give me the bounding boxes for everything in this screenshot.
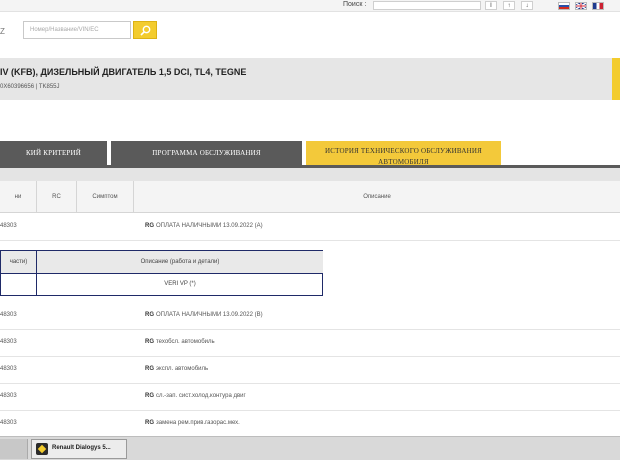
row-text: ОПЛАТА НАЛИЧНЫМИ 13.09.2022 (B) — [156, 312, 263, 318]
text-cursor-button[interactable]: I — [485, 1, 497, 10]
magnifier-icon — [140, 25, 151, 36]
row-number: 48303 — [0, 420, 17, 426]
row-code: RG — [145, 420, 154, 426]
row-description: RG ОПЛАТА НАЛИЧНЫМИ 13.09.2022 (A) — [145, 223, 263, 229]
tab-subheader-strip — [0, 168, 620, 181]
vehicle-panel-accent — [612, 58, 620, 100]
row-description: RG сл.-зап. сист.холод.контура двиг — [145, 393, 246, 399]
vehicle-title: IV (KFB), ДИЗЕЛЬНЫЙ ДВИГАТЕЛЬ 1,5 DCI, T… — [0, 67, 247, 77]
vin-search-input[interactable]: Номер/Название/VIN/ЕС — [23, 21, 131, 39]
taskbar-app-label: Renault Dialogys 5... — [52, 445, 111, 451]
ru-flag-icon[interactable] — [558, 2, 570, 10]
vehicle-info-panel: IV (KFB), ДИЗЕЛЬНЫЙ ДВИГАТЕЛЬ 1,5 DCI, T… — [0, 58, 620, 100]
tab-criteria[interactable]: КИЙ КРИТЕРИЙ — [0, 141, 107, 165]
subtable-cell-description: VERI VP (*) — [164, 281, 196, 287]
row-code: RG — [145, 393, 154, 399]
row-description: RG ОПЛАТА НАЛИЧНЫМИ 13.09.2022 (B) — [145, 312, 263, 318]
table-row[interactable]: 48303 RG замена рем.прив.газорас.мех. — [0, 411, 620, 438]
row-text: замена рем.прив.газорас.мех. — [156, 420, 240, 426]
table-row[interactable]: 48303 RG экспл. автомобиль — [0, 357, 620, 384]
row-text: ОПЛАТА НАЛИЧНЫМИ 13.09.2022 (A) — [156, 223, 263, 229]
row-text: сл.-зап. сист.холод.контура двиг — [156, 393, 246, 399]
row-code: RG — [145, 366, 154, 372]
row-code: RG — [145, 339, 154, 345]
arrow-up-button[interactable]: ↑ — [503, 1, 515, 10]
column-header-description[interactable]: Описание — [134, 181, 620, 213]
subtable-cell-parts — [1, 274, 37, 295]
row-code: RG — [145, 312, 154, 318]
os-taskbar: Renault Dialogys 5... — [0, 436, 620, 460]
operation-details-subtable: части) Описание (работа и детали) VERI V… — [0, 250, 323, 296]
vin-search-label: Z — [0, 27, 5, 36]
row-code: RG — [145, 223, 154, 229]
arrow-down-button[interactable]: ↓ — [521, 1, 533, 10]
subtable-header-parts: части) — [1, 251, 37, 274]
vehicle-identifiers: 0X60396656 | TK855J — [0, 84, 60, 90]
column-header-symptom[interactable]: Симптом — [77, 181, 134, 213]
taskbar-start-area[interactable] — [0, 439, 28, 459]
taskbar-app-renault-dialogys[interactable]: Renault Dialogys 5... — [31, 439, 127, 459]
row-text: экспл. автомобиль — [156, 366, 209, 372]
tab-service-program[interactable]: ПРОГРАММА ОБСЛУЖИВАНИЯ — [111, 141, 302, 165]
table-row[interactable]: 48303 RG ОПЛАТА НАЛИЧНЫМИ 13.09.2022 (B) — [0, 303, 620, 330]
global-search-label: Поиск : — [343, 1, 367, 8]
row-number: 48303 — [0, 223, 17, 229]
row-description: RG экспл. автомобиль — [145, 366, 208, 372]
vin-search-button[interactable] — [133, 21, 157, 39]
top-bar: Поиск : I ↑ ↓ — [0, 0, 620, 12]
row-description: RG техобсл. автомобиль — [145, 339, 215, 345]
row-number: 48303 — [0, 366, 17, 372]
table-row[interactable]: 48303 RG ОПЛАТА НАЛИЧНЫМИ 13.09.2022 (A) — [0, 214, 620, 241]
renault-logo-icon — [36, 443, 48, 455]
row-text: техобсл. автомобиль — [156, 339, 215, 345]
uk-flag-icon[interactable] — [575, 2, 587, 10]
row-number: 48303 — [0, 312, 17, 318]
table-row[interactable]: 48303 RG сл.-зап. сист.холод.контура двиг — [0, 384, 620, 411]
column-header-number[interactable]: ни — [0, 181, 37, 213]
column-header-rc[interactable]: RC — [37, 181, 77, 213]
row-number: 48303 — [0, 339, 17, 345]
table-row[interactable]: 48303 RG техобсл. автомобиль — [0, 330, 620, 357]
global-search-input[interactable] — [373, 1, 481, 10]
subtable-header-description: Описание (работа и детали) — [37, 251, 323, 274]
fr-flag-icon[interactable] — [592, 2, 604, 10]
tab-maintenance-history[interactable]: ИСТОРИЯ ТЕХНИЧЕСКОГО ОБСЛУЖИВАНИЯ АВТОМО… — [306, 141, 501, 168]
row-number: 48303 — [0, 393, 17, 399]
row-description: RG замена рем.прив.газорас.мех. — [145, 420, 240, 426]
history-table-header: ни RC Симптом Описание — [0, 181, 620, 213]
